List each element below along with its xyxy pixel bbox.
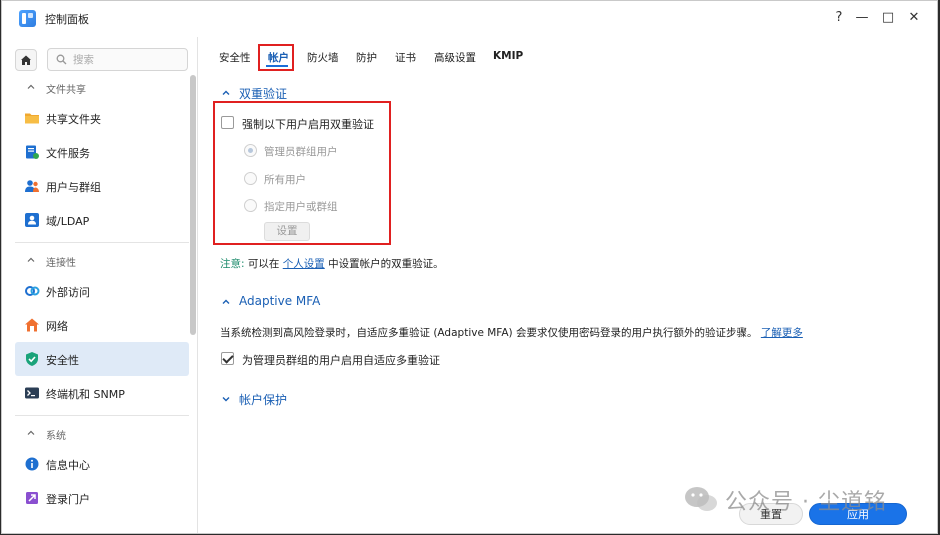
chevron-up-icon[interactable] bbox=[221, 88, 231, 98]
tab-firewall[interactable]: 防火墙 bbox=[307, 50, 339, 65]
sidebar-item-info-center[interactable]: 信息中心 bbox=[15, 447, 189, 481]
sidebar-item-file-services[interactable]: 文件服务 bbox=[15, 135, 189, 169]
radio-all-users-label: 所有用户 bbox=[264, 174, 306, 186]
adaptive-mfa-description: 当系统检测到高风险登录时，自适应多重验证 (Adaptive MFA) 会要求仅… bbox=[220, 325, 803, 340]
search-box[interactable] bbox=[47, 48, 188, 71]
sidebar-item-domain-ldap[interactable]: 域/LDAP bbox=[15, 203, 189, 237]
window-title: 控制面板 bbox=[45, 13, 89, 26]
adaptive-mfa-checkbox-label: 为管理员群组的用户启用自适应多重验证 bbox=[242, 354, 440, 367]
network-house-icon bbox=[25, 318, 39, 332]
tab-security[interactable]: 安全性 bbox=[219, 50, 251, 65]
sidebar-item-shared-folder[interactable]: 共享文件夹 bbox=[15, 101, 189, 135]
personal-settings-link[interactable]: 个人设置 bbox=[283, 258, 325, 270]
sidebar: 文件共享 共享文件夹 文件服务 用户与群组 域/LDAP 连 bbox=[2, 37, 198, 533]
tab-advanced[interactable]: 高级设置 bbox=[434, 50, 476, 65]
watermark-text: 公众号 · 尘道铭 bbox=[725, 490, 887, 515]
account-protection-title: 帐户保护 bbox=[239, 393, 288, 407]
sidebar-scrollbar[interactable] bbox=[190, 75, 196, 335]
maximize-button[interactable]: □ bbox=[879, 9, 897, 27]
settings-button[interactable]: 设置 bbox=[264, 222, 310, 241]
chevron-up-icon bbox=[27, 257, 35, 262]
close-button[interactable]: ✕ bbox=[905, 9, 923, 27]
home-icon bbox=[21, 55, 31, 65]
radio-specific-users-label: 指定用户或群组 bbox=[264, 201, 338, 213]
radio-all-users[interactable] bbox=[244, 172, 257, 185]
note-mid: 可以在 bbox=[247, 258, 280, 270]
sidebar-item-security[interactable]: 安全性 bbox=[15, 342, 189, 376]
control-panel-icon bbox=[19, 10, 36, 27]
sidebar-item-network[interactable]: 网络 bbox=[15, 308, 189, 342]
adaptive-mfa-title: Adaptive MFA bbox=[239, 294, 321, 308]
chevron-up-icon bbox=[27, 84, 35, 89]
tab-kmip[interactable]: KMIP bbox=[493, 50, 523, 62]
sidebar-item-terminal-snmp[interactable]: 终端机和 SNMP bbox=[15, 376, 189, 410]
section-label: 连接性 bbox=[46, 258, 76, 269]
file-services-icon bbox=[26, 145, 39, 159]
chevron-down-icon[interactable] bbox=[221, 394, 231, 404]
note-prefix: 注意: bbox=[220, 258, 245, 270]
two-factor-note: 注意: 可以在 个人设置 中设置帐户的双重验证。 bbox=[220, 256, 444, 271]
sidebar-item-user-group[interactable]: 用户与群组 bbox=[15, 169, 189, 203]
chevron-up-icon[interactable] bbox=[221, 297, 231, 307]
tab-bar: 安全性 帐户 防火墙 防护 证书 高级设置 KMIP bbox=[199, 37, 937, 77]
learn-more-link[interactable]: 了解更多 bbox=[761, 327, 803, 339]
title-bar: 控制面板 ? — □ ✕ bbox=[2, 1, 937, 37]
help-button[interactable]: ? bbox=[830, 9, 848, 27]
sidebar-item-label: 文件服务 bbox=[46, 147, 90, 160]
sidebar-item-label: 网络 bbox=[46, 320, 68, 333]
radio-admin-group-label: 管理员群组用户 bbox=[264, 146, 338, 158]
tab-protection[interactable]: 防护 bbox=[356, 50, 377, 65]
divider bbox=[15, 242, 189, 243]
tab-certificate[interactable]: 证书 bbox=[395, 50, 416, 65]
terminal-icon bbox=[25, 387, 39, 399]
sidebar-nav: 文件共享 共享文件夹 文件服务 用户与群组 域/LDAP 连接性 外部访问 网络… bbox=[2, 75, 190, 533]
external-access-icon bbox=[25, 286, 40, 296]
note-suffix: 中设置帐户的双重验证。 bbox=[328, 258, 444, 270]
info-icon bbox=[25, 457, 39, 471]
enforce-2fa-checkbox[interactable] bbox=[221, 116, 234, 129]
main-content: 安全性 帐户 防火墙 防护 证书 高级设置 KMIP 双重验证 强制以下用户启用… bbox=[199, 37, 937, 533]
radio-specific-users[interactable] bbox=[244, 199, 257, 212]
sidebar-item-label: 共享文件夹 bbox=[46, 113, 101, 126]
sidebar-item-login-portal[interactable]: 登录门户 bbox=[15, 481, 189, 515]
chevron-up-icon bbox=[27, 430, 35, 435]
active-tab-indicator bbox=[266, 65, 288, 67]
watermark: 公众号 · 尘道铭 bbox=[683, 481, 923, 521]
enforce-2fa-label: 强制以下用户启用双重验证 bbox=[242, 118, 374, 131]
domain-ldap-icon bbox=[25, 213, 39, 227]
adaptive-mfa-desc-text: 当系统检测到高风险登录时，自适应多重验证 (Adaptive MFA) 会要求仅… bbox=[220, 327, 758, 339]
search-input[interactable] bbox=[73, 52, 183, 68]
folder-icon bbox=[25, 113, 39, 124]
sidebar-item-label: 终端机和 SNMP bbox=[46, 388, 125, 401]
shield-icon bbox=[26, 352, 38, 366]
sidebar-item-label: 信息中心 bbox=[46, 459, 90, 472]
section-connectivity[interactable]: 连接性 bbox=[2, 248, 190, 274]
login-portal-icon bbox=[26, 492, 38, 504]
section-label: 系统 bbox=[46, 431, 66, 442]
users-icon bbox=[25, 180, 39, 192]
sidebar-item-label: 安全性 bbox=[46, 354, 79, 367]
sidebar-item-label: 登录门户 bbox=[46, 493, 90, 506]
two-factor-title: 双重验证 bbox=[239, 87, 288, 101]
wechat-icon bbox=[685, 487, 717, 511]
radio-admin-group[interactable] bbox=[244, 144, 257, 157]
control-panel-window: 控制面板 ? — □ ✕ 文件共享 共享文件夹 文件服务 bbox=[1, 0, 938, 534]
home-button[interactable] bbox=[15, 49, 37, 71]
sidebar-item-label: 用户与群组 bbox=[46, 181, 101, 194]
section-file-sharing[interactable]: 文件共享 bbox=[2, 75, 190, 101]
section-label: 文件共享 bbox=[46, 85, 86, 96]
section-system[interactable]: 系统 bbox=[2, 421, 190, 447]
search-icon bbox=[56, 54, 67, 65]
adaptive-mfa-checkbox[interactable] bbox=[221, 352, 234, 365]
divider bbox=[15, 415, 189, 416]
minimize-button[interactable]: — bbox=[853, 9, 871, 27]
sidebar-item-label: 域/LDAP bbox=[46, 215, 90, 228]
sidebar-item-external-access[interactable]: 外部访问 bbox=[15, 274, 189, 308]
sidebar-item-label: 外部访问 bbox=[46, 286, 90, 299]
